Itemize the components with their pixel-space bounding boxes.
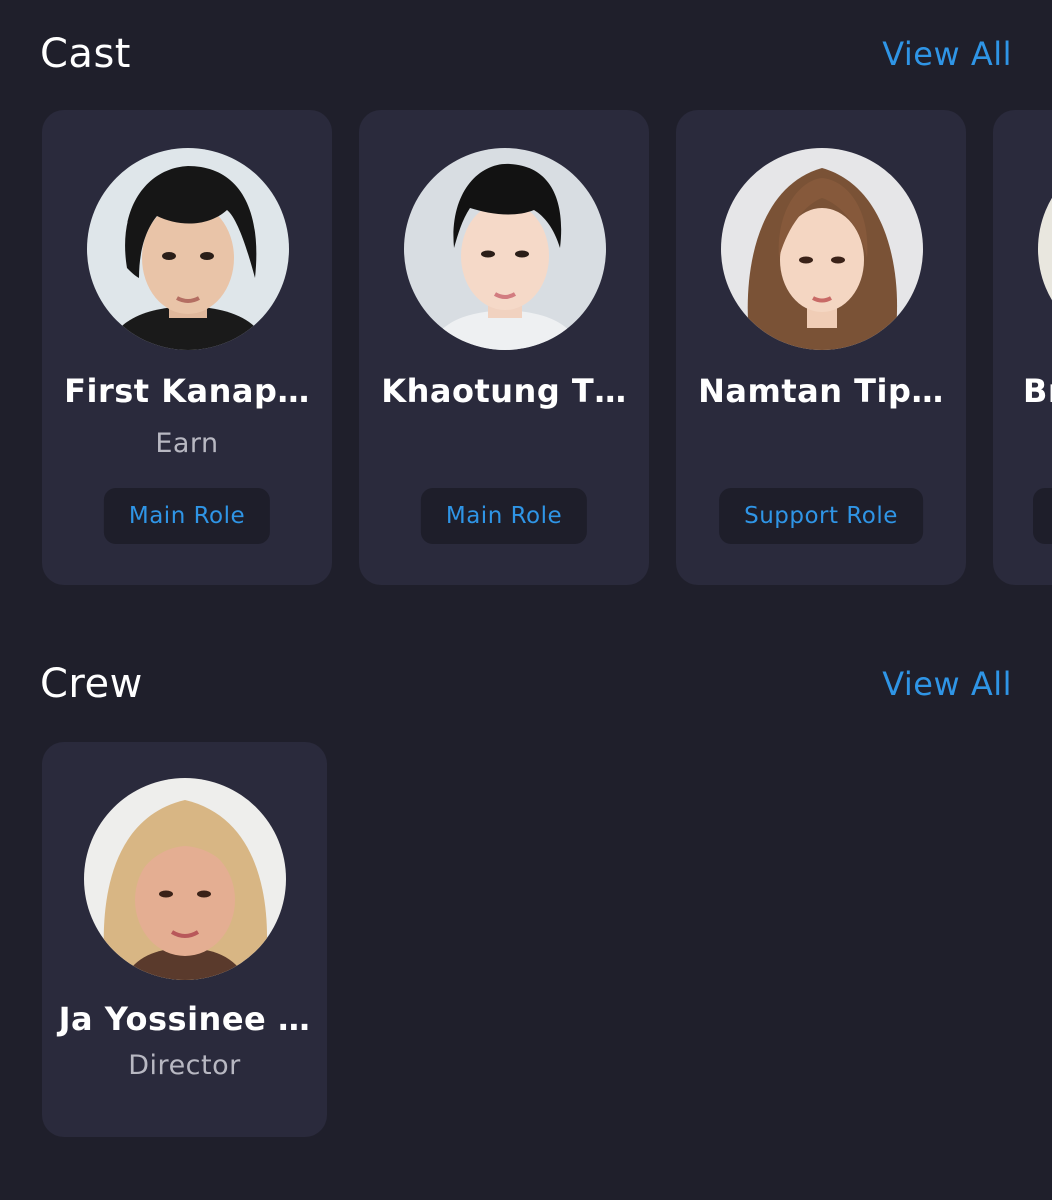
crew-header: Crew View All — [40, 654, 1012, 714]
cast-card[interactable]: First Kanap… Earn Main Role — [42, 110, 332, 585]
role-badge[interactable]: Support Role — [719, 488, 923, 544]
crew-title: Crew — [40, 661, 143, 707]
crew-name: Ja Yossinee … — [58, 1000, 311, 1038]
crew-job: Director — [128, 1050, 241, 1081]
cast-crew-screen: Cast View All First Kanap… Earn Main Rol… — [0, 0, 1052, 1200]
cast-view-all-link[interactable]: View All — [882, 35, 1012, 73]
cast-title: Cast — [40, 31, 131, 77]
cast-name: First Kanap… — [64, 372, 310, 410]
cast-header: Cast View All — [40, 24, 1012, 84]
cast-card[interactable]: Khaotung T… Main Role — [359, 110, 649, 585]
cast-name: Khaotung T… — [381, 372, 627, 410]
crew-list[interactable]: Ja Yossinee … Director — [42, 742, 327, 1137]
cast-list[interactable]: First Kanap… Earn Main Role Khaotung T… — [42, 110, 1052, 585]
cast-name: Namtan Tip… — [698, 372, 944, 410]
crew-card[interactable]: Ja Yossinee … Director — [42, 742, 327, 1137]
role-badge[interactable]: Main Role — [420, 488, 588, 544]
cast-card[interactable]: Namtan Tip… Support Role — [676, 110, 966, 585]
avatar — [87, 148, 289, 350]
crew-view-all-link[interactable]: View All — [882, 665, 1012, 703]
avatar — [721, 148, 923, 350]
cast-card[interactable]: Br — [993, 110, 1052, 585]
role-badge[interactable]: Main Role — [103, 488, 271, 544]
cast-name: Br — [1023, 372, 1052, 410]
avatar — [404, 148, 606, 350]
avatar — [1038, 148, 1052, 350]
role-badge[interactable] — [1033, 488, 1052, 544]
avatar — [84, 778, 286, 980]
character-name: Earn — [155, 428, 219, 459]
